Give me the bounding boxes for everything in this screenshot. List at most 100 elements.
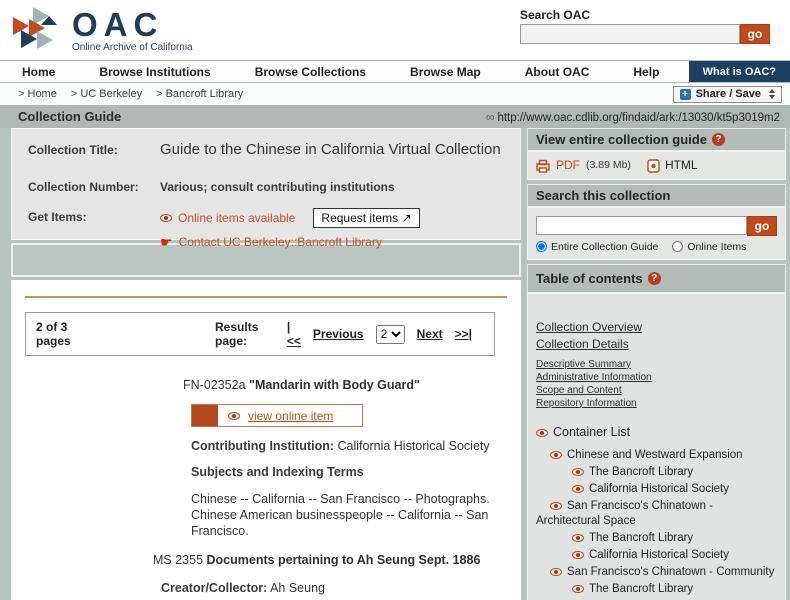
eye-icon (550, 450, 562, 459)
toc-tree-label: The Bancroft Library (589, 582, 694, 595)
toc-tree-item[interactable]: Chinese and Westward Expansion (536, 448, 779, 463)
result-item: FN-02352a "Mandarin with Body Guard" vie… (183, 378, 509, 539)
item-id: MS 2355 (153, 553, 204, 567)
contributing-institution-value: California Historical Society (337, 439, 490, 453)
help-icon[interactable]: ? (711, 133, 725, 146)
view-online-item-box[interactable]: view online item (191, 404, 363, 427)
oac-logo-icon (12, 6, 58, 50)
eye-icon (550, 567, 562, 576)
radio-entire-guide-label[interactable]: Entire Collection Guide (551, 241, 658, 253)
html-icon (647, 158, 660, 173)
toc-tree-item[interactable]: San Francisco's Chinatown - Architectura… (536, 499, 779, 529)
toc-sublink[interactable]: Repository Information (536, 398, 779, 409)
radio-entire-guide[interactable] (536, 241, 547, 253)
toc-link[interactable]: Collection Overview (536, 320, 779, 334)
nav-item[interactable]: About OAC (503, 61, 612, 82)
collection-search-input[interactable] (536, 215, 747, 235)
contact-library-link[interactable]: Contact UC Berkeley::Bancroft Library (179, 235, 382, 249)
page-select[interactable]: 2 (375, 324, 405, 344)
eye-icon (160, 214, 172, 222)
online-items-link[interactable]: Online items available (178, 211, 295, 225)
view-online-item-link[interactable]: view online item (248, 409, 333, 423)
collection-search-go-button[interactable]: go (747, 215, 777, 236)
first-page-link[interactable]: |<< (287, 320, 301, 348)
share-save-button[interactable]: + Share / Save (672, 85, 782, 103)
permalink-url[interactable]: http://www.oac.cdlib.org/findaid/ark:/13… (497, 112, 780, 124)
nav-item[interactable]: Browse Institutions (77, 61, 232, 82)
thumbnail-chip (192, 405, 218, 426)
eye-icon (550, 501, 562, 510)
contact-icon: ☛ (160, 234, 173, 250)
collection-guide-banner: Collection Guide ∞ http://www.oac.cdlib.o… (0, 105, 790, 128)
breadcrumb-link[interactable]: UC Berkeley (80, 88, 142, 100)
share-plus-icon: + (679, 88, 691, 100)
toc-tree-label: The Bancroft Library (589, 465, 694, 478)
results-panel: 2 of 3 pages Results page: |<< Previous … (11, 280, 521, 600)
breadcrumb-link[interactable]: Home (28, 88, 57, 100)
site-header: OAC Online Archive of California Search … (0, 0, 790, 60)
page-title: Collection Guide (18, 109, 122, 124)
toc-sublink[interactable]: Scope and Content (536, 385, 779, 396)
toc-link[interactable]: Collection Details (536, 337, 779, 351)
radio-online-items-label[interactable]: Online Items (687, 241, 746, 253)
breadcrumb-separator: > (156, 88, 163, 100)
pdf-link[interactable]: PDF (556, 158, 580, 172)
nav-item[interactable]: Home (0, 61, 77, 82)
permalink: ∞ http://www.oac.cdlib.org/findaid/ark:/1… (486, 110, 780, 124)
collection-number-label: Collection Number: (28, 180, 139, 194)
help-icon[interactable]: ? (647, 271, 661, 285)
toc-tree-label: The Bancroft Library (589, 531, 694, 544)
toc-tree-item[interactable]: California Historical Society (536, 548, 779, 563)
eye-icon (572, 467, 584, 476)
share-save-label: Share / Save (695, 88, 761, 100)
breadcrumb-item: > Bancroft Library (156, 88, 243, 100)
what-is-oac-button[interactable]: What is OAC? (688, 61, 790, 82)
divider-rule (25, 296, 507, 298)
oac-logo[interactable]: OAC Online Archive of California (12, 6, 193, 53)
request-items-button[interactable]: Request items ↗ (313, 208, 420, 228)
last-page-link[interactable]: >>| (455, 327, 472, 341)
radio-online-items[interactable] (672, 241, 684, 253)
breadcrumb-separator: > (18, 88, 25, 100)
toc-tree-item[interactable]: Container List (536, 425, 779, 440)
toc-tree-item[interactable]: California Historical Society (536, 482, 779, 497)
main-nav: Home Browse Institutions Browse Collection… (0, 60, 790, 83)
search-oac-input[interactable] (520, 24, 740, 44)
toc-tree-item[interactable]: The Bancroft Library (536, 465, 779, 480)
eye-icon (572, 484, 584, 493)
subjects-heading: Subjects and Indexing Terms (191, 465, 364, 479)
eye-icon (536, 428, 548, 437)
toc-sublink[interactable]: Administrative Information (536, 372, 779, 383)
toc-tree-label: California Historical Society (589, 482, 729, 495)
collection-overview-box: Collection Title: Guide to the Chinese i… (11, 128, 521, 249)
logo-text: OAC (72, 6, 164, 43)
toc-sublink[interactable]: Descriptive Summary (536, 359, 779, 370)
toc-tree-label: Container List (553, 424, 631, 439)
search-oac-go-button[interactable]: go (740, 24, 770, 44)
subject-line: Chinese -- California -- San Francisco -… (191, 492, 490, 506)
toc-tree-item[interactable]: The Bancroft Library (536, 582, 779, 597)
collection-title: Guide to the Chinese in California Virtu… (160, 141, 501, 158)
nav-item[interactable]: Browse Map (388, 61, 503, 82)
previous-page-link[interactable]: Previous (313, 327, 364, 341)
collection-number: Various; consult contributing institutio… (160, 180, 395, 194)
nav-item[interactable]: Help (611, 61, 681, 82)
breadcrumb-link[interactable]: Bancroft Library (166, 88, 244, 100)
html-label: HTML (664, 158, 698, 173)
toc-tree-label: Chinese and Westward Expansion (567, 448, 743, 461)
view-guide-title: View entire collection guide (536, 132, 707, 147)
breadcrumb-item: > Home (18, 88, 57, 100)
toc-tree-item[interactable]: San Francisco's Chinatown - Community (536, 565, 779, 580)
subject-line: Chinese American businesspeople -- Calif… (191, 508, 489, 538)
permalink-icon: ∞ (485, 109, 495, 124)
toc-tree-item[interactable]: The Bancroft Library (536, 531, 779, 546)
nav-item[interactable]: Browse Collections (233, 61, 388, 82)
html-link[interactable]: HTML (647, 158, 698, 173)
contributing-institution-label: Contributing Institution: (191, 439, 335, 453)
eye-icon (228, 411, 240, 420)
toc-tree-label: San Francisco's Chinatown - Architectura… (536, 499, 714, 527)
search-collection-section: Search this collection go Entire Collect… (527, 183, 786, 260)
next-page-link[interactable]: Next (417, 327, 443, 341)
eye-icon (572, 533, 584, 542)
creator-value: Ah Seung (270, 581, 325, 595)
